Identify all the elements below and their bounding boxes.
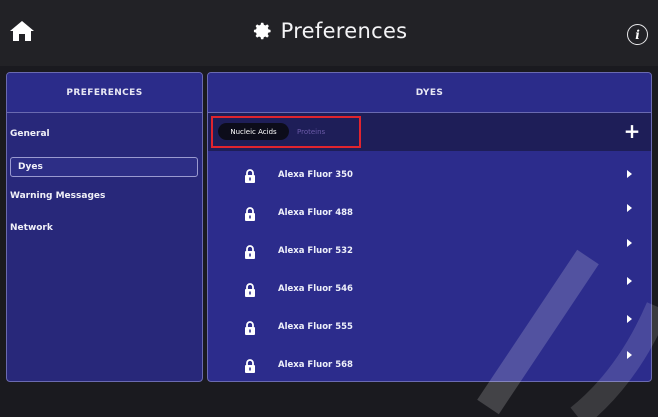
dye-name: Alexa Fluor 546 — [278, 284, 353, 294]
lock-icon — [244, 169, 256, 183]
nav-item-label: Dyes — [18, 162, 43, 172]
dye-name: Alexa Fluor 568 — [278, 360, 353, 370]
gear-icon — [251, 20, 273, 42]
lock-icon — [244, 245, 256, 259]
tab-nucleic-acids[interactable]: Nucleic Acids — [218, 123, 289, 140]
dye-name: Alexa Fluor 350 — [278, 170, 353, 180]
dye-row[interactable]: Alexa Fluor 350 — [208, 157, 652, 195]
chevron-right-icon — [627, 351, 632, 359]
lock-icon — [244, 283, 256, 297]
dye-row[interactable]: Alexa Fluor 532 — [208, 233, 652, 271]
page-title: Preferences — [281, 19, 408, 43]
dye-row[interactable]: Alexa Fluor 546 — [208, 271, 652, 309]
title-area: Preferences — [0, 0, 658, 66]
lock-icon — [244, 321, 256, 335]
lock-icon — [244, 207, 256, 221]
nav-item-warning-messages[interactable]: Warning Messages — [7, 191, 105, 201]
dye-row[interactable]: Alexa Fluor 555 — [208, 309, 652, 347]
add-dye-button[interactable]: + — [622, 121, 642, 141]
dye-filter-bar: Nucleic Acids Proteins + — [208, 113, 652, 151]
chevron-right-icon — [627, 170, 632, 178]
info-icon: i — [635, 28, 640, 42]
dye-name: Alexa Fluor 488 — [278, 208, 353, 218]
dye-row[interactable]: Alexa Fluor 568 — [208, 347, 652, 382]
top-bar: Preferences i — [0, 0, 658, 66]
dye-row[interactable]: Alexa Fluor 488 — [208, 195, 652, 233]
nav-item-general[interactable]: General — [7, 129, 50, 139]
nav-item-dyes[interactable]: Dyes — [10, 157, 198, 177]
preferences-header: PREFERENCES — [7, 73, 202, 113]
chevron-right-icon — [627, 204, 632, 212]
dyes-header: DYES — [208, 73, 651, 113]
lock-icon — [244, 359, 256, 373]
tab-proteins[interactable]: Proteins — [297, 123, 325, 140]
dye-name: Alexa Fluor 532 — [278, 246, 353, 256]
chevron-right-icon — [627, 239, 632, 247]
dyes-panel: DYES Nucleic Acids Proteins + Alexa Fluo… — [207, 72, 652, 382]
dye-name: Alexa Fluor 555 — [278, 322, 353, 332]
preferences-panel: PREFERENCES General Dyes Warning Message… — [6, 72, 203, 382]
info-button[interactable]: i — [627, 24, 648, 45]
nav-item-network[interactable]: Network — [7, 223, 53, 233]
chevron-right-icon — [627, 277, 632, 285]
chevron-right-icon — [627, 315, 632, 323]
